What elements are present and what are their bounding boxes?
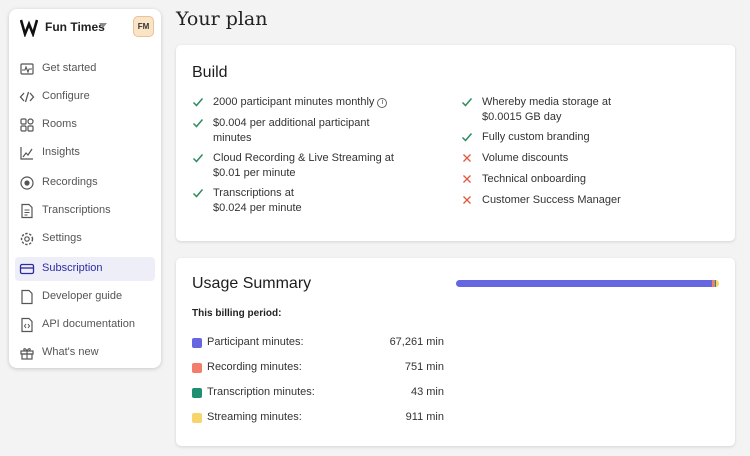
whereby-logo-icon [20,19,38,37]
plan-feature: 2000 participant minutes monthly i [192,95,422,110]
legend-swatch [192,363,202,373]
feature-text: Fully custom branding [482,131,590,143]
file-icon [21,289,33,305]
sidebar-item-settings[interactable]: Settings [15,227,155,251]
feature-text: $0.01 per minute [213,167,296,179]
page-title: Your plan [176,8,268,30]
plan-feature: Cloud Recording & Live Streaming at $0.01… [192,151,422,181]
sidebar-item-label: Recordings [42,176,98,188]
legend-swatch [192,338,202,348]
record-icon [20,176,34,190]
usage-label: Transcription minutes: [207,386,315,398]
check-icon [192,98,204,107]
usage-title: Usage Summary [192,275,312,292]
usage-label: Recording minutes: [207,361,302,373]
code-icon [19,91,35,103]
usage-label: Streaming minutes: [207,411,302,423]
feature-text: Technical onboarding [482,173,586,185]
usage-value: 751 min [404,361,444,373]
sidebar-item-label: Configure [42,90,90,102]
usage-row: Streaming minutes: 911 min [192,411,444,425]
feature-text: 2000 participant minutes monthly [213,96,375,108]
sidebar-item-what-s-new[interactable]: What's new [15,341,155,365]
legend-swatch [192,388,202,398]
feature-text: Transcriptions at [213,187,294,199]
legend-swatch [192,413,202,423]
sidebar-item-rooms[interactable]: Rooms [15,113,155,137]
build-title: Build [192,64,228,81]
usage-row: Participant minutes: 67,261 min [192,336,444,350]
usage-summary-card: Usage Summary This billing period: Parti… [176,258,735,446]
feature-text: Cloud Recording & Live Streaming at [213,152,394,164]
info-icon[interactable]: i [377,98,388,108]
feature-text: $0.0015 GB day [482,111,562,123]
feature-text: Customer Success Manager [482,194,621,206]
avatar[interactable]: FM [133,16,154,37]
sidebar-item-label: What's new [42,346,99,358]
plan-feature: Fully custom branding [461,130,691,145]
plan-feature: Customer Success Manager [461,193,691,208]
plan-feature: Technical onboarding [461,172,691,187]
feature-text: Whereby media storage at [482,96,612,108]
activity-chart-icon [20,63,34,75]
sidebar-item-transcriptions[interactable]: Transcriptions [15,199,155,223]
plan-feature: Transcriptions at $0.024 per minute [192,186,422,216]
sidebar-item-label: Get started [42,62,97,74]
team-switcher[interactable]: Fun Times FM [9,9,161,45]
sidebar-item-recordings[interactable]: Recordings [15,171,155,195]
usage-value: 911 min [405,411,444,423]
gear-icon [20,232,34,246]
cross-icon [463,175,471,183]
plan-feature: Whereby media storage at $0.0015 GB day [461,95,691,125]
usage-value: 67,261 min [389,336,444,348]
cross-icon [463,154,471,162]
feature-text: Volume discounts [482,152,569,164]
plan-feature: $0.004 per additional participant minutes [192,116,422,146]
api-doc-icon [21,317,33,333]
check-icon [192,154,204,163]
credit-card-icon [19,263,35,275]
sidebar: Fun Times FM Get started Configure Rooms In… [9,9,161,368]
sidebar-item-label: Developer guide [42,290,123,302]
feature-text: $0.024 per minute [213,202,302,214]
check-icon [192,119,204,128]
billing-period-label: This billing period: [192,308,282,319]
feature-text: $0.004 per additional participant [213,117,370,129]
sidebar-item-subscription[interactable]: Subscription [15,257,155,281]
feature-text: minutes [213,132,252,144]
caret-down-icon [99,23,107,28]
usage-label: Participant minutes: [207,336,304,348]
check-icon [192,189,204,198]
check-icon [461,133,473,142]
line-chart-icon [20,147,33,160]
sidebar-item-insights[interactable]: Insights [15,141,155,165]
usage-bar-segment [456,280,713,287]
usage-value: 43 min [410,386,444,398]
usage-bar-segment [715,280,719,287]
sidebar-item-label: Insights [42,146,80,158]
grid-icon [20,118,34,132]
sidebar-item-label: Settings [42,232,82,244]
team-name: Fun Times [45,20,105,34]
sidebar-item-get-started[interactable]: Get started [15,57,155,81]
cross-icon [463,196,471,204]
sidebar-item-label: API documentation [42,318,135,330]
gift-icon [20,348,34,360]
usage-row: Recording minutes: 751 min [192,361,444,375]
sidebar-item-label: Transcriptions [42,204,111,216]
sidebar-item-developer-guide[interactable]: Developer guide [15,285,155,309]
sidebar-item-configure[interactable]: Configure [15,85,155,109]
usage-progress-bar [456,280,719,287]
usage-row: Transcription minutes: 43 min [192,386,444,400]
plan-feature: Volume discounts [461,151,691,166]
build-plan-card: Build 2000 participant minutes monthly i $… [176,45,735,241]
sidebar-item-label: Rooms [42,118,77,130]
check-icon [461,98,473,107]
document-icon [21,203,33,219]
sidebar-item-label: Subscription [42,262,103,274]
sidebar-item-api-documentation[interactable]: API documentation [15,313,155,337]
